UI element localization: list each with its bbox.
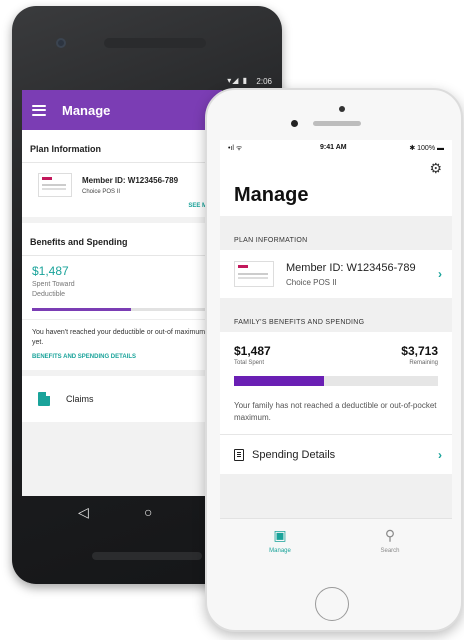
- deductible-note: You haven't reached your deductible or o…: [22, 319, 222, 348]
- android-app-bar: Manage: [22, 90, 222, 130]
- page-title: Manage: [234, 184, 309, 206]
- remaining-amount: $3,713: [401, 344, 438, 358]
- progress-fill: [32, 308, 131, 311]
- insurance-card-icon: [38, 173, 72, 197]
- page-header: ⚙ Manage: [220, 156, 452, 216]
- tab-search-label: Search: [380, 548, 400, 554]
- remaining-label: Remaining: [409, 360, 438, 366]
- member-id: Member ID: W123456-789: [286, 261, 416, 274]
- deductible-progress-bar: [32, 308, 212, 311]
- member-row[interactable]: Member ID: W123456-789 Choice POS II ›: [220, 250, 452, 298]
- document-icon: [38, 392, 50, 406]
- status-time: 9:41 AM: [320, 144, 347, 151]
- total-spent-amount: $1,487: [234, 344, 271, 358]
- spent-amount: $1,487: [32, 264, 69, 278]
- ios-status-bar: •ıl ᯤ 9:41 AM ✱ 100% ▬: [220, 140, 452, 156]
- plan-name: Choice POS II: [82, 188, 121, 195]
- progress-fill: [234, 376, 324, 386]
- see-member-link[interactable]: SEE MEM: [22, 201, 222, 217]
- search-icon: ⚲: [384, 527, 396, 543]
- member-row[interactable]: Member ID: W123456-789 Choice POS II: [22, 163, 222, 201]
- tab-manage[interactable]: ▣ Manage: [250, 527, 310, 554]
- manage-icon: ▣: [273, 527, 287, 543]
- spending-details-row[interactable]: Spending Details ›: [220, 434, 452, 474]
- tab-bar: ▣ Manage ⚲ Search: [220, 518, 452, 578]
- tab-search[interactable]: ⚲ Search: [360, 527, 420, 554]
- plan-information-section-header: PLAN INFORMATION: [234, 237, 308, 244]
- benefits-card: Benefits and Spending $1,487 Spent Towar…: [22, 223, 222, 370]
- iphone: •ıl ᯤ 9:41 AM ✱ 100% ▬ ⚙ Manage PLAN INF…: [205, 88, 463, 632]
- insurance-card-icon: [234, 261, 274, 287]
- sensor-dot: [291, 120, 298, 127]
- back-icon[interactable]: ◁: [78, 504, 89, 521]
- chevron-right-icon: ›: [438, 447, 442, 462]
- benefits-details-link[interactable]: BENEFITS AND SPENDING DETAILS: [22, 348, 222, 370]
- bottom-grille: [92, 552, 202, 560]
- spent-label-line-1: Spent Toward: [32, 281, 75, 288]
- camera-icon: [56, 38, 66, 48]
- claims-label: Claims: [66, 394, 94, 404]
- plan-name: Choice POS II: [286, 277, 337, 287]
- spent-label: Spent Toward Deductible: [22, 278, 222, 300]
- front-camera-icon: [339, 106, 345, 112]
- chevron-right-icon: ›: [438, 267, 442, 281]
- gear-icon[interactable]: ⚙: [429, 160, 442, 177]
- speaker-grille: [104, 38, 206, 48]
- tab-manage-label: Manage: [269, 548, 291, 554]
- signal-icon: •ıl ᯤ: [228, 145, 243, 152]
- claims-item[interactable]: Claims: [22, 376, 222, 422]
- battery-icon: ✱ 100% ▬: [409, 145, 444, 152]
- marketing-stage: ▾◢ ▮ 2:06 Manage Plan Information Member…: [0, 0, 464, 640]
- plan-information-card: Plan Information Member ID: W123456-789 …: [22, 130, 222, 217]
- total-spent-label: Total Spent: [234, 360, 265, 366]
- home-button[interactable]: [315, 587, 349, 621]
- deductible-note: Your family has not reached a deductible…: [234, 401, 437, 422]
- spending-progress-bar: [234, 376, 438, 386]
- member-id: Member ID: W123456-789: [82, 175, 179, 185]
- benefits-heading: Benefits and Spending: [22, 223, 222, 256]
- status-icons: ▾◢ ▮: [227, 76, 248, 85]
- earpiece-speaker: [313, 121, 361, 126]
- home-icon[interactable]: ○: [144, 504, 152, 520]
- benefits-section-header: FAMILY'S BENEFITS AND SPENDING: [234, 319, 365, 326]
- iphone-screen: •ıl ᯤ 9:41 AM ✱ 100% ▬ ⚙ Manage PLAN INF…: [220, 140, 452, 578]
- page-title: Manage: [62, 102, 111, 118]
- status-time: 2:06: [256, 77, 272, 86]
- hamburger-menu-icon[interactable]: [32, 104, 46, 116]
- android-screen: Manage Plan Information Member ID: W1234…: [22, 90, 222, 496]
- plan-information-heading: Plan Information: [22, 130, 222, 163]
- spent-label-line-2: Deductible: [32, 291, 66, 298]
- document-icon: [234, 448, 244, 461]
- benefits-card: $1,487 Total Spent $3,713 Remaining Your…: [220, 332, 452, 434]
- spending-details-label: Spending Details: [252, 448, 336, 461]
